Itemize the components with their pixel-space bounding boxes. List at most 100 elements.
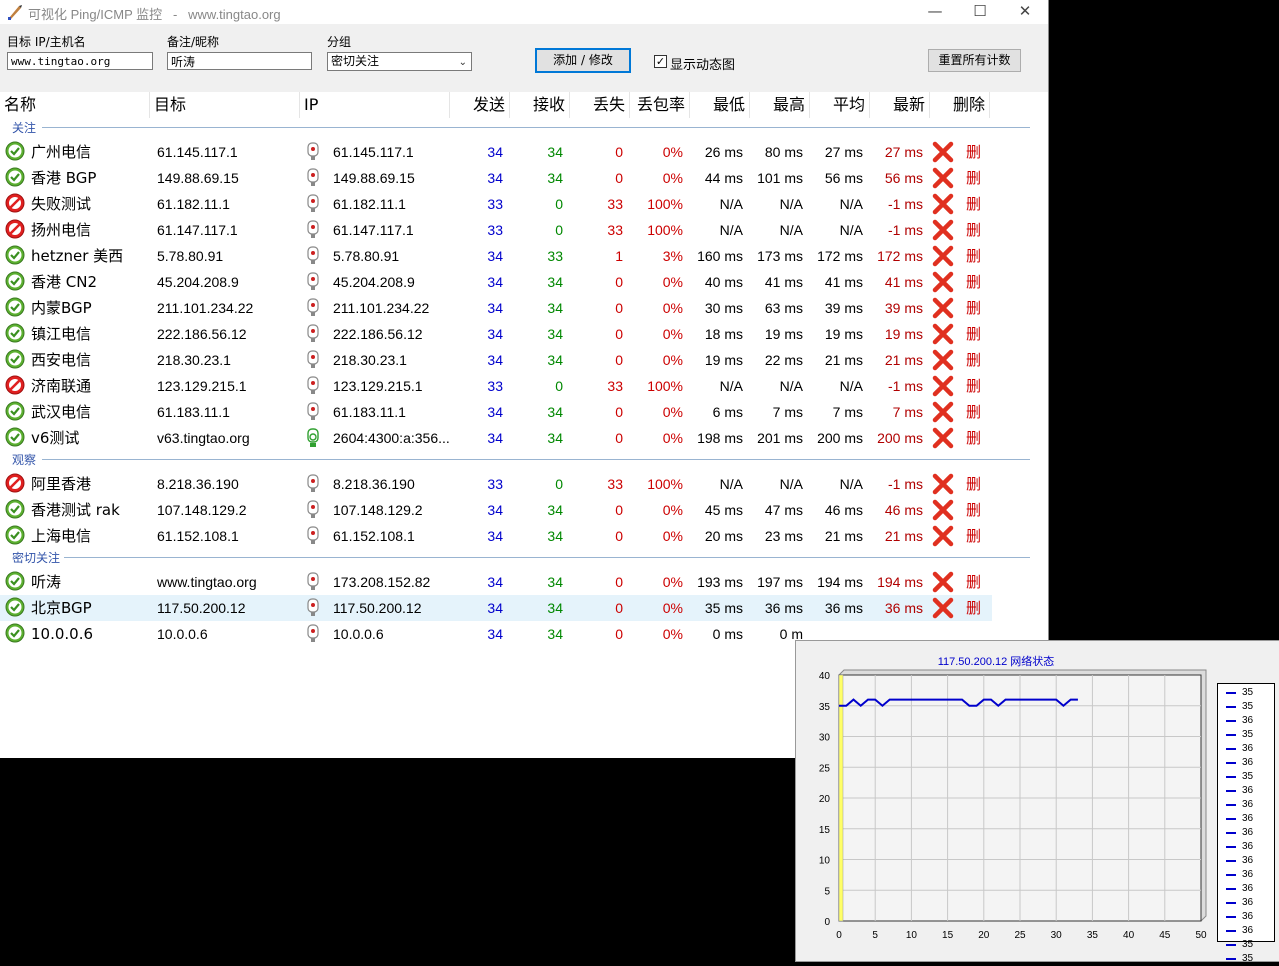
col-name[interactable]: 名称	[0, 92, 150, 118]
host-name: 听涛	[31, 573, 62, 591]
recv-count: 34	[547, 144, 563, 160]
max-latency: N/A	[779, 476, 803, 492]
avg-latency: 36 ms	[824, 600, 863, 616]
remove-x-icon[interactable]	[932, 427, 954, 449]
col-delete[interactable]: 删除	[930, 92, 990, 118]
remove-x-icon[interactable]	[932, 141, 954, 163]
group-header[interactable]: 密切关注	[0, 549, 1040, 566]
host-row[interactable]: 上海电信 61.152.108.1 61.152.108.1 34 34 0 0% 20 ms…	[0, 523, 992, 549]
col-last[interactable]: 最新	[870, 92, 930, 118]
col-recv[interactable]: 接收	[510, 92, 570, 118]
show-chart-checkbox[interactable]: ✓	[654, 55, 667, 68]
target-input[interactable]: www.tingtao.org	[7, 52, 153, 70]
delete-button[interactable]: 删	[966, 497, 981, 523]
delete-button[interactable]: 删	[966, 523, 981, 549]
host-row[interactable]: 香港 CN2 45.204.208.9 45.204.208.9 34 34 0 0% 40 …	[0, 269, 992, 295]
host-row[interactable]: 香港测试 rak 107.148.129.2 107.148.129.2 34 34 0 0…	[0, 497, 992, 523]
col-avg[interactable]: 平均	[810, 92, 870, 118]
delete-button[interactable]: 删	[966, 347, 981, 373]
delete-button[interactable]: 删	[966, 471, 981, 497]
remove-x-icon[interactable]	[932, 597, 954, 619]
host-row[interactable]: v6测试 v63.tingtao.org 2604:4300:a:356... 34 3…	[0, 425, 992, 451]
host-row[interactable]: 内蒙BGP 211.101.234.22 211.101.234.22 34 34 0 0%…	[0, 295, 992, 321]
host-ip: 10.0.0.6	[333, 626, 384, 642]
col-lost[interactable]: 丢失	[570, 92, 630, 118]
delete-button[interactable]: 删	[966, 269, 981, 295]
host-row[interactable]: hetzner 美西 5.78.80.91 5.78.80.91 34 33 1 3% 160…	[0, 243, 992, 269]
remove-x-icon[interactable]	[932, 167, 954, 189]
delete-button[interactable]: 删	[966, 373, 981, 399]
delete-button[interactable]: 删	[966, 399, 981, 425]
host-row[interactable]: 武汉电信 61.183.11.1 61.183.11.1 34 34 0 0% 6 ms 7 m…	[0, 399, 992, 425]
col-max[interactable]: 最高	[750, 92, 810, 118]
remove-x-icon[interactable]	[932, 297, 954, 319]
ip-lock-icon	[306, 598, 320, 618]
loss-rate: 0%	[662, 170, 683, 186]
last-latency: -1 ms	[888, 196, 923, 212]
min-latency: 18 ms	[704, 326, 743, 342]
delete-button[interactable]: 删	[966, 243, 981, 269]
col-sent[interactable]: 发送	[450, 92, 510, 118]
col-loss[interactable]: 丢包率	[630, 92, 690, 118]
remove-x-icon[interactable]	[932, 193, 954, 215]
group-header[interactable]: 关注	[0, 119, 1040, 136]
maximize-button[interactable]: ☐	[957, 0, 1003, 24]
ok-check-icon	[5, 167, 25, 187]
ok-check-icon	[5, 323, 25, 343]
col-min[interactable]: 最低	[690, 92, 750, 118]
host-row[interactable]: 济南联通 123.129.215.1 123.129.215.1 33 0 33 100% N…	[0, 373, 992, 399]
min-latency: 30 ms	[704, 300, 743, 316]
remove-x-icon[interactable]	[932, 375, 954, 397]
add-modify-button[interactable]: 添加 / 修改	[535, 48, 631, 73]
delete-button[interactable]: 删	[966, 217, 981, 243]
host-row[interactable]: 听涛 www.tingtao.org 173.208.152.82 34 34 0 0% 19…	[0, 569, 992, 595]
loss-rate: 100%	[647, 196, 683, 212]
sent-count: 34	[487, 274, 503, 290]
host-row[interactable]: 广州电信 61.145.117.1 61.145.117.1 34 34 0 0% 26 ms…	[0, 139, 992, 165]
delete-button[interactable]: 删	[966, 569, 981, 595]
delete-button[interactable]: 删	[966, 191, 981, 217]
delete-button[interactable]: 删	[966, 139, 981, 165]
legend-label: 36	[1242, 855, 1254, 866]
host-name: 阿里香港	[31, 475, 92, 493]
host-row[interactable]: 香港 BGP 149.88.69.15 149.88.69.15 34 34 0 0% 44 …	[0, 165, 992, 191]
min-latency: 26 ms	[704, 144, 743, 160]
remove-x-icon[interactable]	[932, 499, 954, 521]
remove-x-icon[interactable]	[932, 473, 954, 495]
delete-button[interactable]: 删	[966, 595, 981, 621]
col-ip[interactable]: IP	[300, 92, 450, 118]
delete-button[interactable]: 删	[966, 321, 981, 347]
ok-check-icon	[5, 623, 25, 643]
remove-x-icon[interactable]	[932, 245, 954, 267]
delete-button[interactable]: 删	[966, 425, 981, 451]
col-target[interactable]: 目标	[150, 92, 300, 118]
remove-x-icon[interactable]	[932, 571, 954, 593]
delete-button[interactable]: 删	[966, 295, 981, 321]
min-latency: N/A	[719, 378, 743, 394]
remove-x-icon[interactable]	[932, 271, 954, 293]
legend-swatch	[1226, 720, 1236, 722]
host-row[interactable]: 阿里香港 8.218.36.190 8.218.36.190 33 0 33 100% N/A…	[0, 471, 992, 497]
sent-count: 34	[487, 170, 503, 186]
group-select[interactable]: 密切关注 ⌄	[327, 52, 472, 71]
host-row[interactable]: 失败测试 61.182.11.1 61.182.11.1 33 0 33 100% N/A N/…	[0, 191, 992, 217]
show-chart-label[interactable]: 显示动态图	[670, 54, 735, 73]
close-button[interactable]: ✕	[1002, 0, 1048, 24]
legend-entry: 36	[1218, 784, 1274, 798]
lost-count: 33	[607, 378, 623, 394]
host-row[interactable]: 西安电信 218.30.23.1 218.30.23.1 34 34 0 0% 19 ms 22…	[0, 347, 992, 373]
remove-x-icon[interactable]	[932, 525, 954, 547]
delete-button[interactable]: 删	[966, 165, 981, 191]
host-row[interactable]: 北京BGP 117.50.200.12 117.50.200.12 34 34 0 0% 35…	[0, 595, 992, 621]
minimize-button[interactable]: —	[912, 0, 958, 24]
remove-x-icon[interactable]	[932, 401, 954, 423]
remove-x-icon[interactable]	[932, 349, 954, 371]
host-row[interactable]: 镇江电信 222.186.56.12 222.186.56.12 34 34 0 0% 18 …	[0, 321, 992, 347]
host-row[interactable]: 扬州电信 61.147.117.1 61.147.117.1 33 0 33 100% N/A…	[0, 217, 992, 243]
reset-counters-button[interactable]: 重置所有计数	[928, 49, 1021, 72]
host-target: 61.183.11.1	[157, 404, 230, 420]
remove-x-icon[interactable]	[932, 323, 954, 345]
remove-x-icon[interactable]	[932, 219, 954, 241]
group-header[interactable]: 观察	[0, 451, 1040, 468]
note-input[interactable]: 听涛	[167, 52, 312, 70]
